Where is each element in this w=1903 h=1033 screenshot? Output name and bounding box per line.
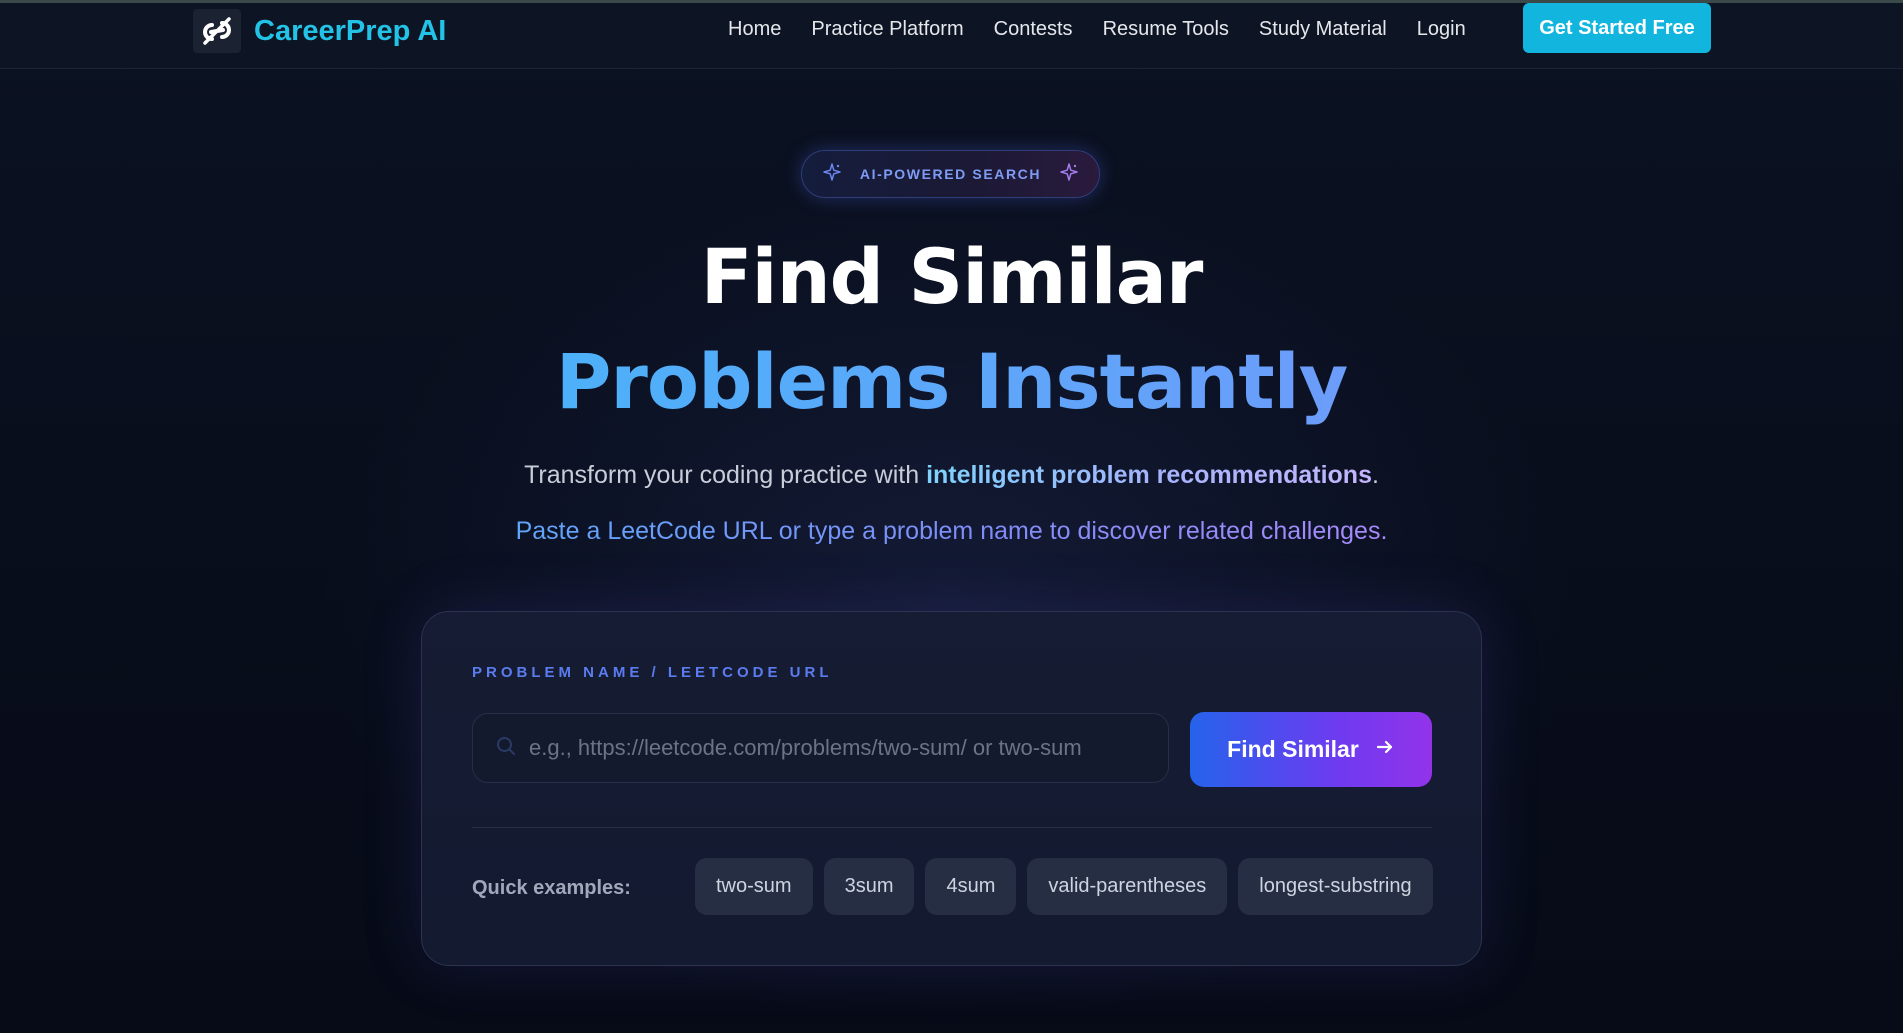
nav-link-home[interactable]: Home [728,18,781,41]
example-chip-4sum[interactable]: 4sum [925,858,1017,915]
find-similar-button[interactable]: Find Similar [1190,712,1432,787]
subtitle-prefix: Transform your coding practice with [524,461,927,489]
sparkle-icon [822,162,842,187]
hero-title-line1: Find Similar [700,232,1204,321]
example-chip-3sum[interactable]: 3sum [823,858,915,915]
nav-link-resume-tools[interactable]: Resume Tools [1103,18,1229,41]
nav-link-login[interactable]: Login [1417,18,1466,41]
hero-title-line2: Problems Instantly [0,337,1903,426]
quick-examples-label: Quick examples: [472,877,631,899]
hero-subtitle: Transform your coding practice with inte… [0,461,1903,490]
nav-link-study-material[interactable]: Study Material [1259,18,1387,41]
example-chip-two-sum[interactable]: two-sum [695,858,813,915]
example-chip-longest-substring[interactable]: longest-substring [1238,858,1433,915]
brand-name: CareerPrep AI [254,14,447,47]
arrow-right-icon [1359,736,1395,763]
instructions-text: Paste a LeetCode URL or type a problem n… [515,517,1388,545]
get-started-button[interactable]: Get Started Free [1523,3,1711,53]
nav-link-contests[interactable]: Contests [994,18,1073,41]
search-field-label: PROBLEM NAME / LEETCODE URL [472,664,833,681]
search-box[interactable] [472,713,1169,783]
divider [472,827,1432,828]
brand[interactable]: CareerPrep AI [193,9,446,53]
hero-instructions: Paste a LeetCode URL or type a problem n… [0,517,1903,546]
no-link-icon [193,9,241,53]
search-card: PROBLEM NAME / LEETCODE URL Find Similar… [421,611,1482,966]
search-icon [473,735,517,762]
subtitle-suffix: . [1371,461,1379,489]
page: CareerPrep AI Home Practice Platform Con… [0,0,1903,1033]
search-input[interactable] [529,735,1168,761]
ai-search-badge: AI-POWERED SEARCH [801,150,1100,198]
example-chip-valid-parentheses[interactable]: valid-parentheses [1027,858,1228,915]
find-similar-label: Find Similar [1227,736,1359,762]
nav-link-practice-platform[interactable]: Practice Platform [811,18,963,41]
quick-examples: two-sum 3sum 4sum valid-parentheses long… [695,858,1444,915]
navbar: CareerPrep AI Home Practice Platform Con… [0,3,1903,69]
subtitle-highlight: intelligent problem recommendations [926,461,1372,489]
nav-links: Home Practice Platform Contests Resume T… [728,18,1496,41]
sparkle-icon [1059,162,1079,187]
badge-label: AI-POWERED SEARCH [859,166,1042,182]
